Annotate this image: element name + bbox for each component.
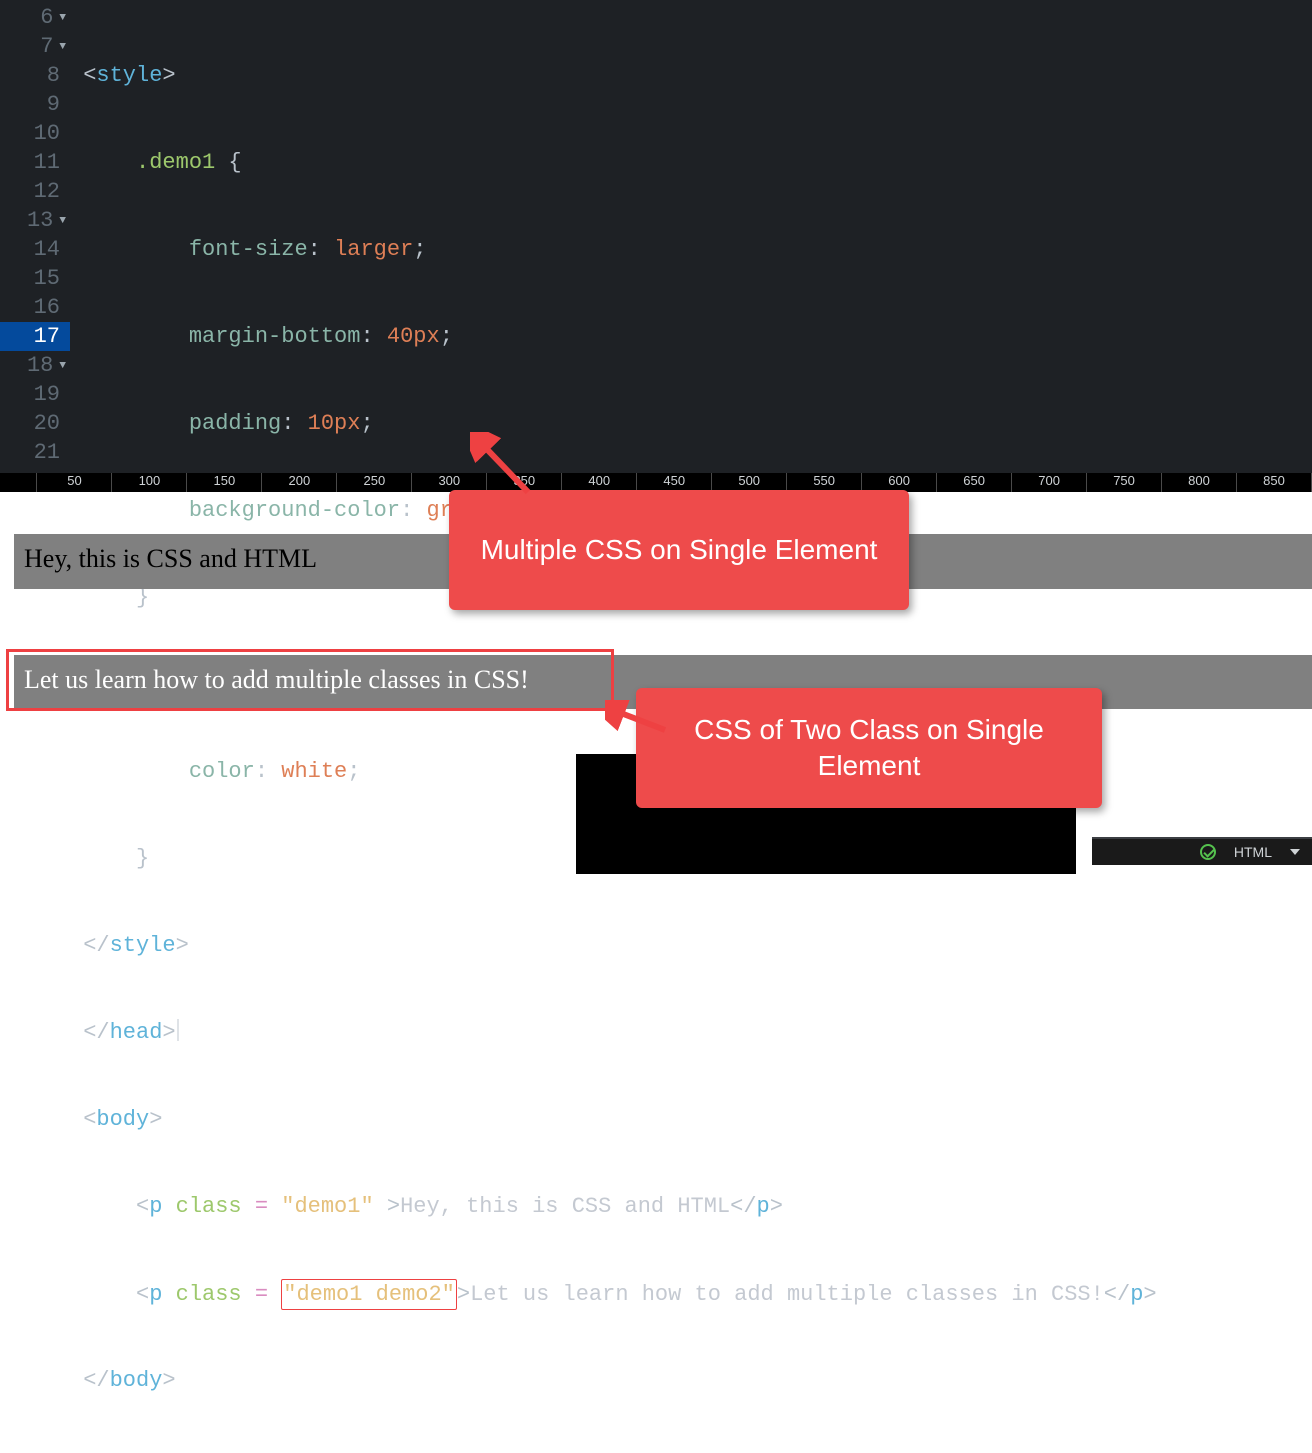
ruler-tick <box>0 473 37 492</box>
code-token: class <box>176 1194 242 1219</box>
line-number: 11 <box>0 148 70 177</box>
line-number: 19 <box>0 380 70 409</box>
code-token: class <box>176 1282 242 1307</box>
status-ok-icon[interactable] <box>1200 844 1216 860</box>
line-number: 14 <box>0 235 70 264</box>
code-token: < <box>136 1194 149 1219</box>
code-token: padding <box>189 411 281 436</box>
ruler-tick: 750 <box>1087 473 1162 492</box>
code-token: Hey, this is CSS and HTML <box>400 1194 730 1219</box>
code-token: > <box>149 1107 162 1132</box>
ruler-tick: 100 <box>112 473 187 492</box>
chevron-down-icon[interactable] <box>1290 849 1300 855</box>
code-token <box>162 1194 175 1219</box>
code-editor[interactable]: 6789101112131415161718192021 <style> .de… <box>0 0 1312 473</box>
code-token: p <box>149 1282 162 1307</box>
annotation-callout-multiple-css: Multiple CSS on Single Element <box>449 490 909 610</box>
code-token: </ <box>83 1368 109 1393</box>
line-number: 7 <box>0 32 70 61</box>
code-token: larger <box>334 237 413 262</box>
code-token: 10px <box>308 411 361 436</box>
code-token: = <box>242 1282 282 1307</box>
code-token: .demo1 <box>136 150 215 175</box>
code-token <box>162 1282 175 1307</box>
code-token: body <box>96 1107 149 1132</box>
code-token: : <box>360 324 386 349</box>
code-token: </ <box>1104 1282 1130 1307</box>
code-token: body <box>110 1368 163 1393</box>
code-token: : <box>308 237 334 262</box>
gutter: 6789101112131415161718192021 <box>0 0 70 473</box>
highlighted-class-string: "demo1 demo2" <box>281 1279 457 1310</box>
code-token: > <box>162 1020 175 1045</box>
code-token: = <box>242 1194 282 1219</box>
code-token: style <box>110 933 176 958</box>
ruler-tick: 150 <box>187 473 262 492</box>
line-number: 16 <box>0 293 70 322</box>
code-token: ; <box>440 324 453 349</box>
code-token: > <box>1143 1282 1156 1307</box>
code-token: > <box>457 1282 470 1307</box>
line-number: 18 <box>0 351 70 380</box>
line-number: 12 <box>0 177 70 206</box>
status-language[interactable]: HTML <box>1234 844 1272 860</box>
text-cursor <box>177 1019 179 1041</box>
status-bar: HTML <box>1092 837 1312 865</box>
code-token: "demo1" <box>281 1194 373 1219</box>
ruler-tick: 250 <box>337 473 412 492</box>
annotation-callout-two-classes: CSS of Two Class on Single Element <box>636 688 1102 808</box>
line-number: 9 <box>0 90 70 119</box>
line-number: 13 <box>0 206 70 235</box>
code-token: p <box>757 1194 770 1219</box>
code-token: font-size <box>189 237 308 262</box>
line-number: 20 <box>0 409 70 438</box>
ruler-tick: 50 <box>37 473 112 492</box>
code-token <box>374 1194 387 1219</box>
ruler-tick: 850 <box>1237 473 1312 492</box>
code-token: { <box>215 150 241 175</box>
code-token: : <box>281 411 307 436</box>
code-token: > <box>176 933 189 958</box>
ruler-tick: 650 <box>937 473 1012 492</box>
line-number: 6 <box>0 3 70 32</box>
line-number: 21 <box>0 438 70 467</box>
code-token: > <box>387 1194 400 1219</box>
code-token: </ <box>730 1194 756 1219</box>
code-token: 40px <box>387 324 440 349</box>
code-token: p <box>1130 1282 1143 1307</box>
code-token: head <box>110 1020 163 1045</box>
line-number: 15 <box>0 264 70 293</box>
code-token: p <box>149 1194 162 1219</box>
line-number: 10 <box>0 119 70 148</box>
code-token: > <box>162 63 175 88</box>
line-number: 8 <box>0 61 70 90</box>
code-token: > <box>162 1368 175 1393</box>
ruler-tick: 700 <box>1012 473 1087 492</box>
code-token: < <box>136 1282 149 1307</box>
line-number: 17 <box>0 322 70 351</box>
code-token: </ <box>83 933 109 958</box>
code-token: > <box>770 1194 783 1219</box>
ruler-tick: 800 <box>1162 473 1237 492</box>
annotation-highlight-box <box>6 649 614 711</box>
ruler-tick: 200 <box>262 473 337 492</box>
code-token: style <box>96 63 162 88</box>
code-token: ; <box>413 237 426 262</box>
code-area[interactable]: <style> .demo1 { font-size: larger; marg… <box>70 0 1312 473</box>
code-token: < <box>83 63 96 88</box>
code-token: ; <box>360 411 373 436</box>
code-token: </ <box>83 1020 109 1045</box>
code-token: Let us learn how to add multiple classes… <box>470 1282 1104 1307</box>
code-token: margin-bottom <box>189 324 361 349</box>
code-token: < <box>83 1107 96 1132</box>
